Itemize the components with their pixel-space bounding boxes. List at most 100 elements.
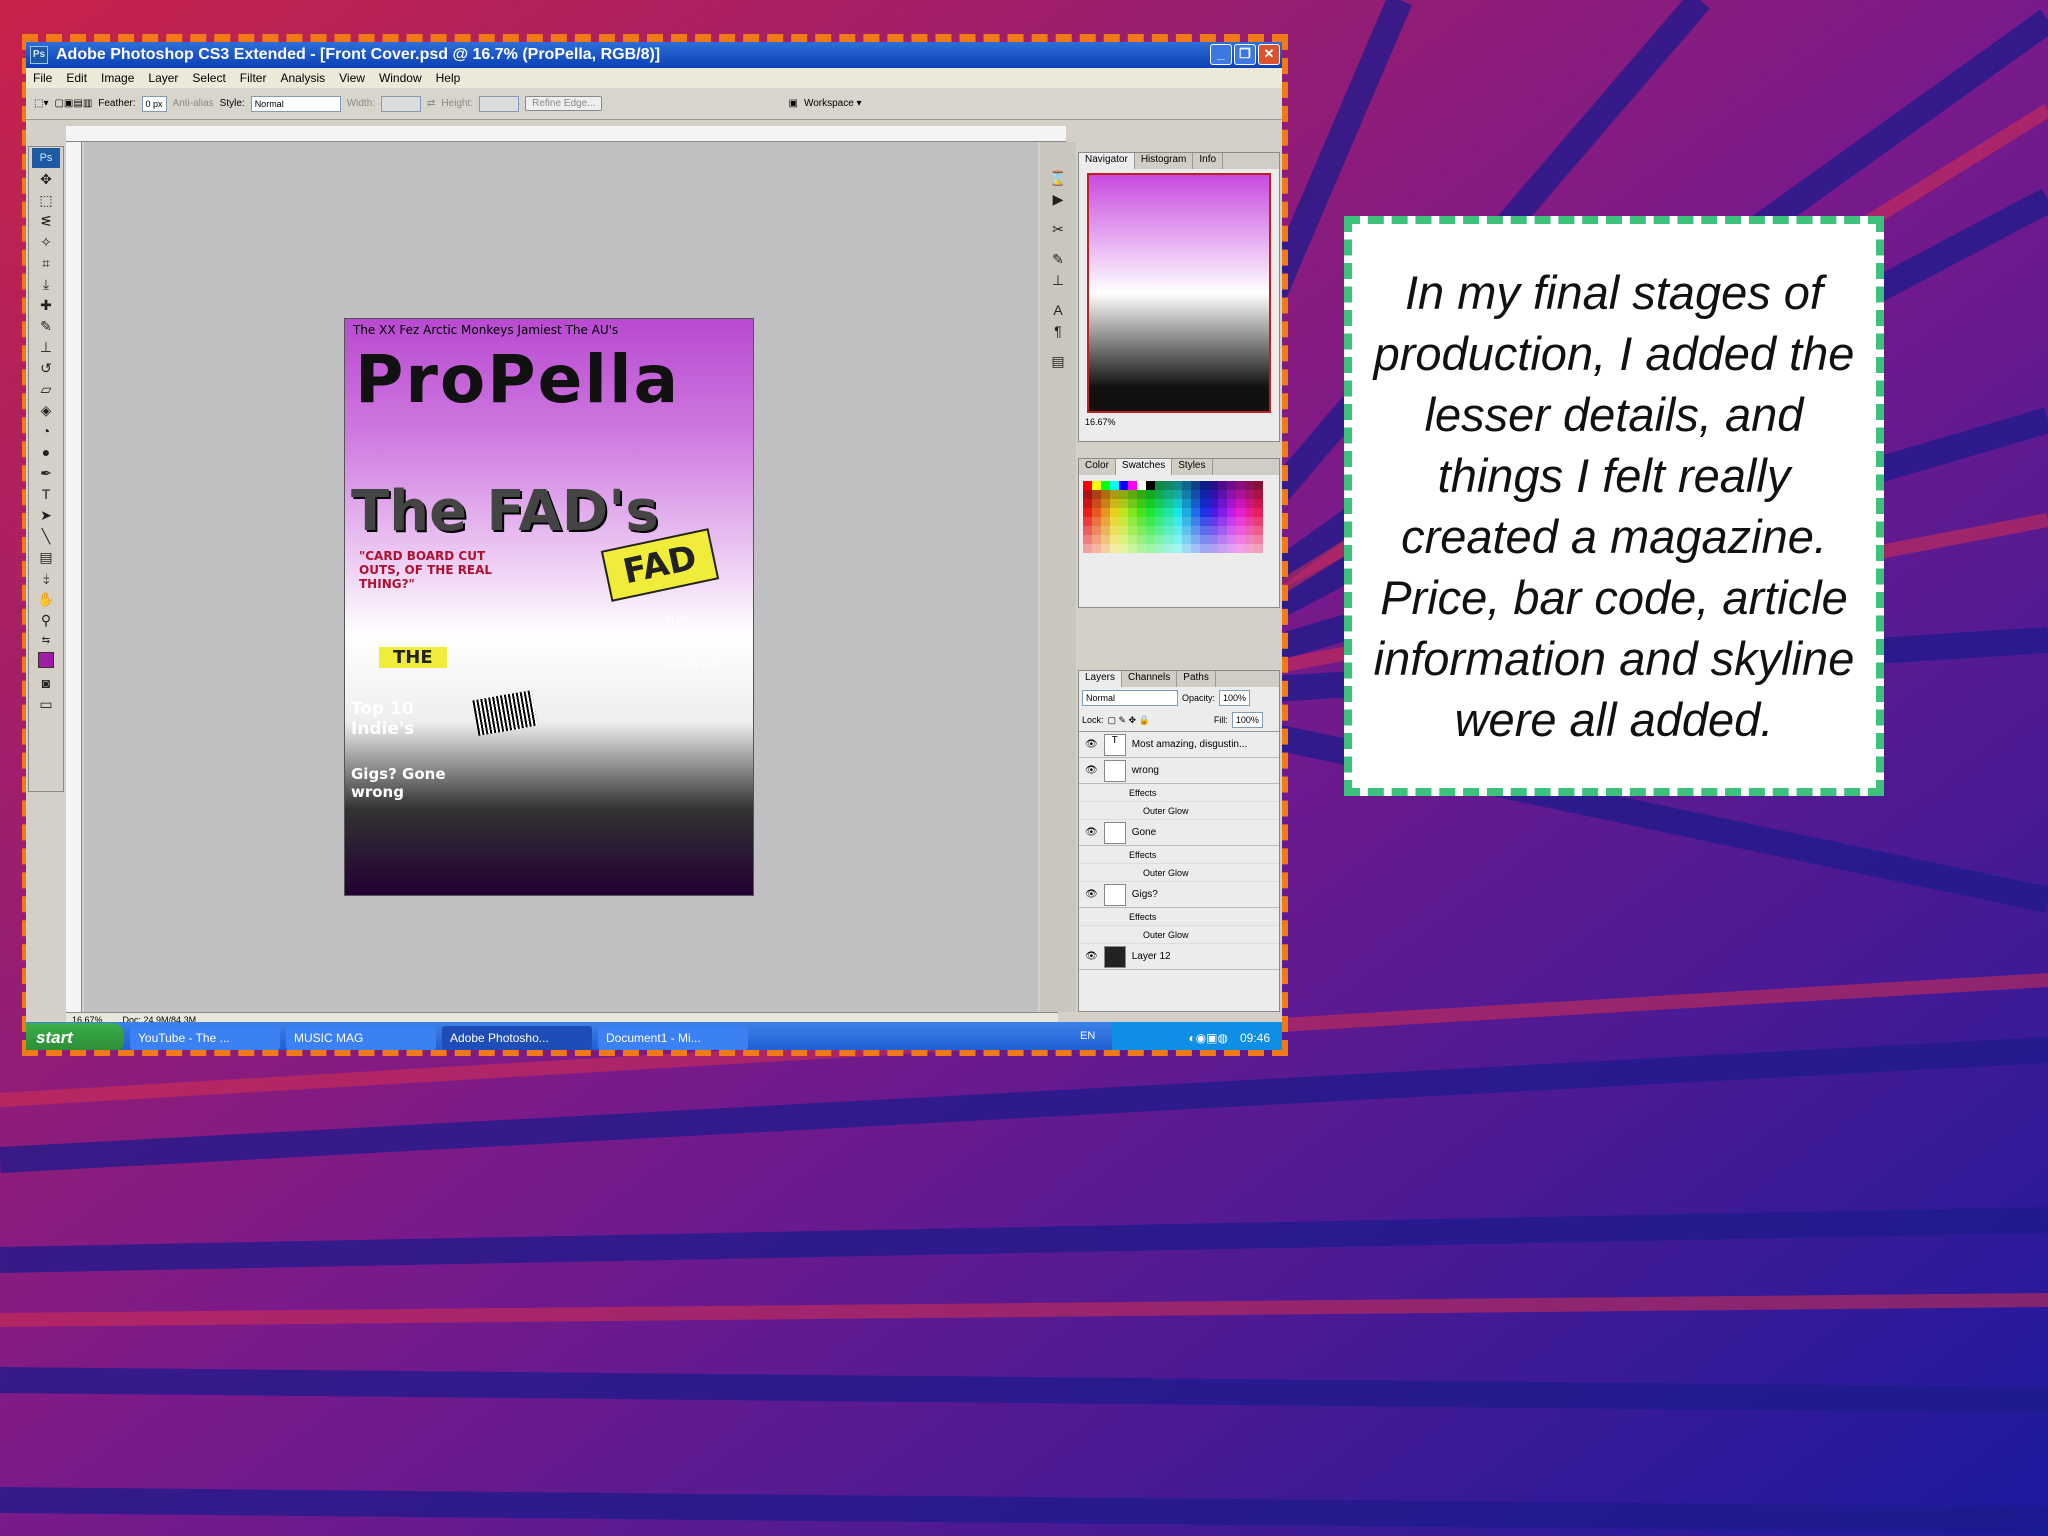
color-swatch[interactable] xyxy=(1146,490,1155,499)
fill-input[interactable]: 100% xyxy=(1231,712,1263,728)
layer-effect-outer-glow[interactable]: Outer Glow xyxy=(1079,926,1279,944)
color-swatch[interactable] xyxy=(1200,517,1209,526)
width-input[interactable] xyxy=(381,95,422,112)
taskbar-item-music-mag[interactable]: MUSIC MAG xyxy=(286,1026,436,1050)
menu-filter[interactable]: Filter xyxy=(233,71,274,85)
tab-navigator[interactable]: Navigator xyxy=(1079,153,1135,169)
color-swatch[interactable] xyxy=(1119,499,1128,508)
color-swatch[interactable] xyxy=(1245,535,1254,544)
swap-icon[interactable]: ⇄ xyxy=(427,98,435,109)
color-swatch[interactable] xyxy=(1155,535,1164,544)
color-swatch[interactable] xyxy=(1119,490,1128,499)
color-swatch[interactable] xyxy=(1191,544,1200,553)
color-swatch[interactable] xyxy=(1110,544,1119,553)
color-swatch[interactable] xyxy=(1110,499,1119,508)
color-swatch[interactable] xyxy=(1173,517,1182,526)
color-swatch[interactable] xyxy=(1146,535,1155,544)
menu-select[interactable]: Select xyxy=(185,71,232,85)
menu-analysis[interactable]: Analysis xyxy=(273,71,332,85)
color-swatch[interactable] xyxy=(1182,499,1191,508)
feather-input[interactable]: 0 px xyxy=(141,95,167,112)
eye-icon[interactable]: 👁 xyxy=(1085,951,1098,962)
color-swatch[interactable] xyxy=(1137,481,1146,490)
color-swatch[interactable] xyxy=(1254,517,1263,526)
layer-effect-outer-glow[interactable]: Outer Glow xyxy=(1079,864,1279,882)
color-swatch[interactable] xyxy=(1236,499,1245,508)
layer-effects[interactable]: Effects xyxy=(1079,846,1279,864)
color-swatch[interactable] xyxy=(1155,499,1164,508)
color-swatch[interactable] xyxy=(1227,508,1236,517)
color-swatch[interactable] xyxy=(1236,490,1245,499)
color-swatch[interactable] xyxy=(1173,526,1182,535)
color-swatch[interactable] xyxy=(1101,490,1110,499)
color-swatch[interactable] xyxy=(1092,517,1101,526)
eyedropper-icon[interactable]: ⤓ xyxy=(32,274,60,294)
color-swatch[interactable] xyxy=(1227,544,1236,553)
color-swatch[interactable] xyxy=(1164,508,1173,517)
color-swatch[interactable] xyxy=(1128,490,1137,499)
color-swatch[interactable] xyxy=(1173,508,1182,517)
color-swatch[interactable] xyxy=(1236,544,1245,553)
color-swatch[interactable] xyxy=(1083,517,1092,526)
color-swatch[interactable] xyxy=(1218,481,1227,490)
canvas-area[interactable]: The XX Fez Arctic Monkeys Jamiest The AU… xyxy=(84,142,1038,1012)
color-swatch[interactable] xyxy=(1137,499,1146,508)
healing-brush-icon[interactable]: ✚ xyxy=(32,295,60,315)
color-swatch[interactable] xyxy=(1227,535,1236,544)
color-swatch[interactable] xyxy=(1128,517,1137,526)
dodge-tool-icon[interactable]: ● xyxy=(32,442,60,462)
maximize-button[interactable]: ❐ xyxy=(1234,44,1256,65)
color-swatch[interactable] xyxy=(1200,508,1209,517)
color-swatch[interactable] xyxy=(1191,526,1200,535)
color-swatch[interactable] xyxy=(1236,517,1245,526)
color-swatch[interactable] xyxy=(1164,544,1173,553)
color-swatch[interactable] xyxy=(1110,535,1119,544)
color-swatch[interactable] xyxy=(1209,526,1218,535)
color-swatch[interactable] xyxy=(1245,517,1254,526)
eraser-icon[interactable]: ▱ xyxy=(32,379,60,399)
color-swatch[interactable] xyxy=(1101,526,1110,535)
color-swatch[interactable] xyxy=(1164,490,1173,499)
history-brush-icon[interactable]: ↺ xyxy=(32,358,60,378)
color-swatch[interactable] xyxy=(1119,481,1128,490)
color-swatch[interactable] xyxy=(1227,490,1236,499)
color-swatch[interactable] xyxy=(1200,535,1209,544)
color-swatch[interactable] xyxy=(1110,481,1119,490)
tool-presets-icon[interactable]: ✂ xyxy=(1044,219,1072,239)
color-swatch[interactable] xyxy=(1110,508,1119,517)
color-swatch[interactable] xyxy=(1182,508,1191,517)
color-swatch[interactable] xyxy=(1173,544,1182,553)
layer-comps-icon[interactable]: ▤ xyxy=(1044,351,1072,371)
marquee-tool-icon[interactable]: ⬚▾ xyxy=(34,98,48,109)
color-swatch[interactable] xyxy=(1119,535,1128,544)
color-swatch[interactable] xyxy=(1137,508,1146,517)
swatch-grid[interactable] xyxy=(1083,481,1275,553)
actions-panel-icon[interactable]: ▶ xyxy=(1044,189,1072,209)
eye-icon[interactable]: 👁 xyxy=(1085,765,1098,776)
tab-histogram[interactable]: Histogram xyxy=(1135,153,1194,169)
taskbar-item-youtube[interactable]: YouTube - The ... xyxy=(130,1026,280,1050)
color-swatch[interactable] xyxy=(1209,508,1218,517)
color-swatch[interactable] xyxy=(1245,481,1254,490)
color-swatch[interactable] xyxy=(1254,535,1263,544)
antialias-checkbox[interactable]: Anti-alias xyxy=(173,98,214,109)
menu-image[interactable]: Image xyxy=(94,71,141,85)
color-swatch[interactable] xyxy=(1191,508,1200,517)
color-swatch[interactable] xyxy=(1146,544,1155,553)
color-swatch[interactable] xyxy=(1227,526,1236,535)
menu-layer[interactable]: Layer xyxy=(141,71,185,85)
color-swatch[interactable] xyxy=(1218,535,1227,544)
color-swatch[interactable] xyxy=(1128,526,1137,535)
color-swatch[interactable] xyxy=(1119,526,1128,535)
navigator-thumbnail[interactable] xyxy=(1087,173,1271,413)
lock-icons[interactable]: ▢ ✎ ✥ 🔒 xyxy=(1108,715,1150,726)
tab-channels[interactable]: Channels xyxy=(1122,671,1178,687)
history-panel-icon[interactable]: ⌛ xyxy=(1044,168,1072,188)
color-swatch[interactable] xyxy=(1227,481,1236,490)
color-swatch[interactable] xyxy=(1236,508,1245,517)
color-swatch[interactable] xyxy=(1164,481,1173,490)
hand-tool-icon[interactable]: ✋ xyxy=(32,589,60,609)
marquee-tool-icon[interactable]: ⬚ xyxy=(32,190,60,210)
color-swatch[interactable] xyxy=(1101,481,1110,490)
color-swatch[interactable] xyxy=(1182,481,1191,490)
